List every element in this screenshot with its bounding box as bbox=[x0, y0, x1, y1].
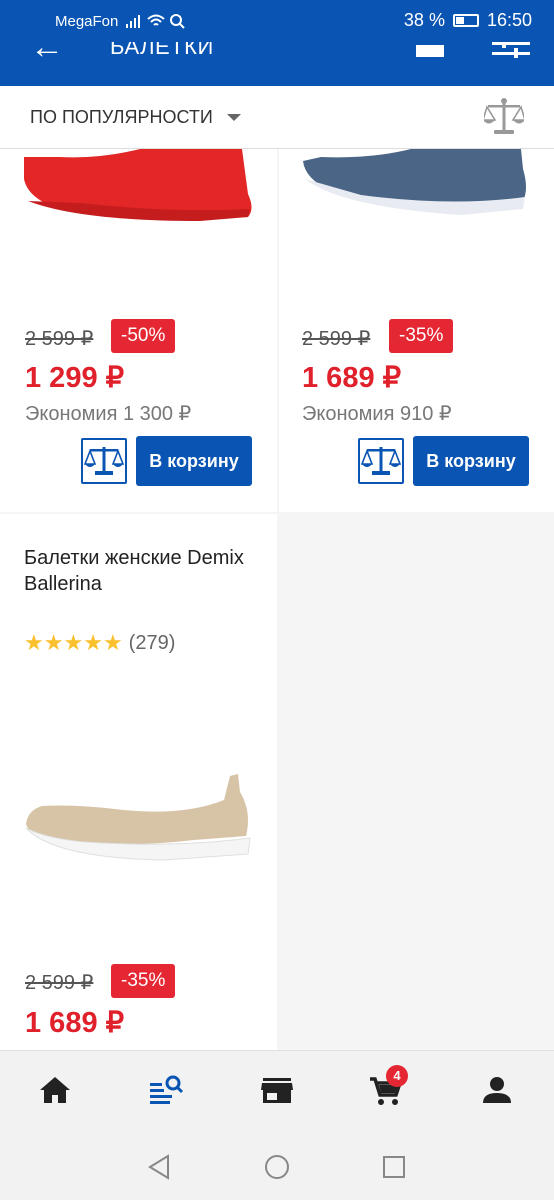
add-to-cart-button[interactable]: В корзину bbox=[413, 436, 529, 486]
product-card[interactable]: Балетки женские Demix Ballerina ★ ★ ★ ★ … bbox=[0, 514, 277, 1050]
old-price: 2 599 ₽ bbox=[25, 328, 94, 350]
rating: ★ ★ ★ ★ ★ (279) bbox=[24, 630, 175, 656]
cart-badge: 4 bbox=[386, 1065, 408, 1087]
home-icon bbox=[40, 1077, 70, 1103]
review-count: (279) bbox=[128, 631, 176, 654]
caret-down-icon bbox=[226, 114, 241, 121]
compare-button[interactable] bbox=[358, 438, 404, 484]
old-price: 2 599 ₽ bbox=[302, 328, 371, 350]
product-image bbox=[303, 149, 526, 215]
scales-icon[interactable] bbox=[484, 96, 524, 138]
profile-icon bbox=[483, 1077, 511, 1103]
battery-percent: 38 % bbox=[403, 10, 445, 30]
compare-button[interactable] bbox=[81, 438, 127, 484]
recents-square-icon[interactable] bbox=[379, 1152, 409, 1182]
carrier-name: MegaFon bbox=[55, 13, 119, 30]
home-circle-icon[interactable] bbox=[262, 1152, 292, 1182]
product-card[interactable]: 2 599 ₽ -50% 1 299 ₽ Экономия 1 300 ₽ В … bbox=[0, 149, 277, 512]
nav-catalog[interactable] bbox=[148, 1073, 188, 1113]
star-icon: ★ bbox=[83, 630, 103, 655]
sort-label: ПО ПОПУЛЯРНОСТИ bbox=[30, 107, 213, 127]
view-toggle-icon[interactable] bbox=[416, 45, 444, 57]
product-image bbox=[25, 774, 251, 861]
system-navigation bbox=[0, 1134, 554, 1200]
signal-wifi-search-icons bbox=[126, 14, 185, 29]
price: 1 299 ₽ bbox=[25, 362, 125, 394]
nav-stores[interactable] bbox=[260, 1073, 300, 1113]
star-icon: ★ bbox=[102, 630, 123, 655]
star-icon: ★ bbox=[43, 630, 64, 655]
price: 1 689 ₽ bbox=[302, 362, 402, 394]
product-card[interactable]: 2 599 ₽ -35% 1 689 ₽ Экономия 910 ₽ В ко… bbox=[279, 149, 554, 512]
catalog-search-icon bbox=[150, 1075, 184, 1104]
discount-badge: -35% bbox=[111, 964, 176, 998]
app-header: ← БАЛЕТКИ bbox=[0, 42, 554, 86]
product-title: Балетки женские Demix Ballerina bbox=[24, 547, 244, 595]
back-triangle-icon[interactable] bbox=[144, 1152, 174, 1182]
sort-bar: ПО ПОПУЛЯРНОСТИ bbox=[0, 86, 554, 149]
price: 1 689 ₽ bbox=[25, 1007, 125, 1039]
discount-badge: -50% bbox=[111, 319, 176, 353]
store-icon bbox=[261, 1078, 293, 1103]
bottom-navigation: 4 bbox=[0, 1050, 554, 1135]
star-icon: ★ bbox=[24, 630, 44, 655]
old-price: 2 599 ₽ bbox=[25, 972, 94, 994]
battery-icon bbox=[452, 14, 479, 27]
nav-home[interactable] bbox=[38, 1073, 78, 1113]
page-title: БАЛЕТКИ bbox=[110, 42, 214, 59]
nav-profile[interactable] bbox=[480, 1073, 520, 1113]
scales-icon bbox=[360, 447, 402, 475]
saving-text: Экономия 1 300 ₽ bbox=[25, 403, 192, 425]
sliders-icon[interactable] bbox=[492, 42, 530, 62]
arrow-left-icon[interactable]: ← bbox=[30, 42, 64, 67]
scales-icon bbox=[83, 447, 125, 475]
status-bar: MegaFon 38 % 16:50 bbox=[0, 0, 554, 42]
clock: 16:50 bbox=[486, 10, 532, 30]
saving-text: Экономия 910 ₽ bbox=[302, 403, 452, 425]
product-image bbox=[24, 149, 252, 221]
sort-dropdown[interactable]: ПО ПОПУЛЯРНОСТИ bbox=[30, 107, 241, 128]
add-to-cart-button[interactable]: В корзину bbox=[136, 436, 252, 486]
nav-cart[interactable]: 4 bbox=[368, 1065, 408, 1113]
star-icon: ★ bbox=[63, 630, 84, 655]
discount-badge: -35% bbox=[389, 319, 454, 353]
